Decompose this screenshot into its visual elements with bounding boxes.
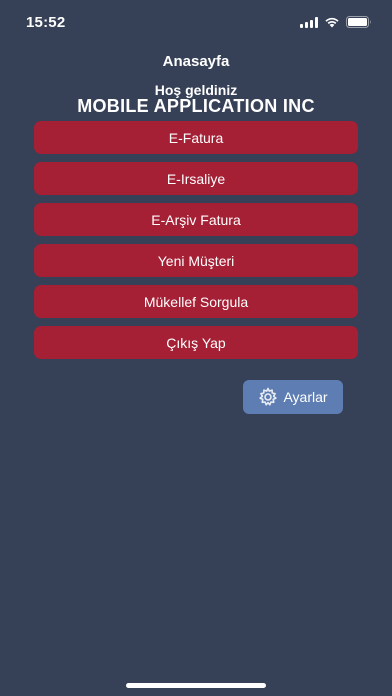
e-arsiv-fatura-button[interactable]: E-Arşiv Fatura [34, 203, 358, 236]
new-customer-button[interactable]: Yeni Müşteri [34, 244, 358, 277]
settings-label: Ayarlar [283, 389, 328, 405]
page-title: Anasayfa [162, 53, 230, 70]
logout-button[interactable]: Çıkış Yap [34, 326, 358, 359]
main-menu: E-Fatura E-Irsaliye E-Arşiv Fatura Yeni … [34, 121, 358, 367]
taxpayer-query-button[interactable]: Mükellef Sorgula [34, 285, 358, 318]
home-indicator[interactable] [126, 683, 266, 688]
wifi-icon [324, 16, 340, 28]
status-time: 15:52 [26, 14, 66, 31]
e-fatura-button[interactable]: E-Fatura [34, 121, 358, 154]
company-name: MOBILE APPLICATION INC [77, 96, 315, 116]
status-bar: 15:52 [0, 0, 392, 44]
battery-icon [346, 16, 372, 28]
signal-icon [300, 16, 318, 28]
status-icons [300, 16, 372, 28]
settings-button[interactable]: Ayarlar [243, 380, 343, 414]
gear-icon [258, 387, 278, 407]
e-irsaliye-button[interactable]: E-Irsaliye [34, 162, 358, 195]
